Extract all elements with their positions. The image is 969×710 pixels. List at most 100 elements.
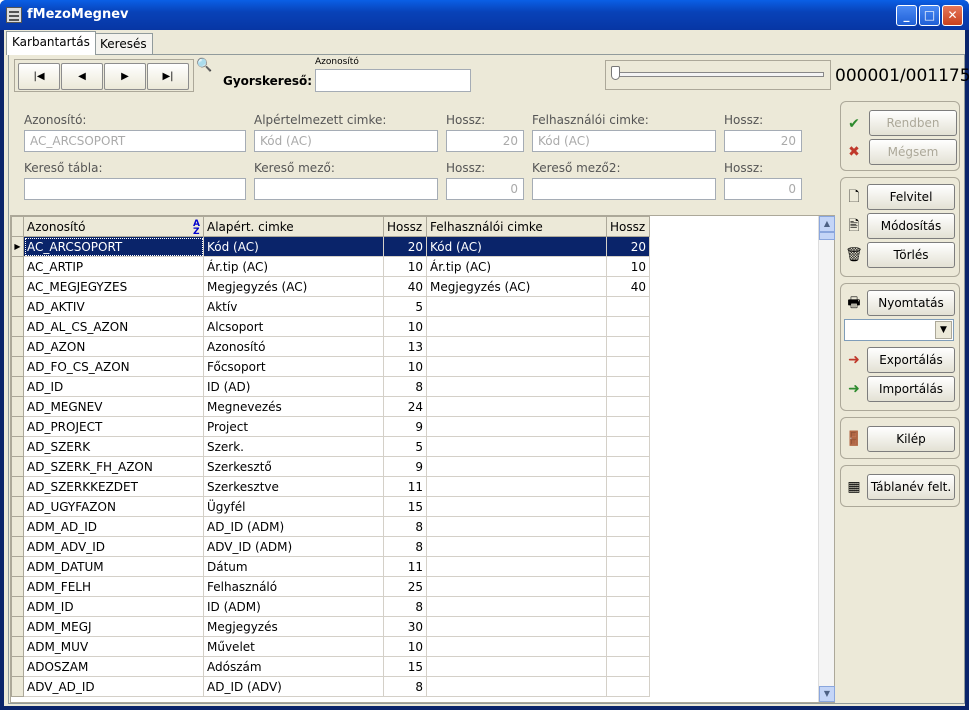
close-button[interactable]: ✕ — [942, 5, 963, 26]
cell-felhasznaloi-cimke[interactable] — [426, 396, 607, 417]
col-header-hossz2[interactable]: Hossz — [606, 216, 650, 237]
cell-azonosito[interactable]: ADM_FELH — [23, 576, 204, 597]
cell-hossz2[interactable]: 10 — [606, 256, 650, 277]
cell-azonosito[interactable]: ADM_ADV_ID — [23, 536, 204, 557]
azonosito-field[interactable]: AC_ARCSOPORT — [24, 130, 246, 152]
cell-felhasznaloi-cimke[interactable] — [426, 656, 607, 677]
cell-alapert-cimke[interactable]: Megjegyzés (AC) — [203, 276, 384, 297]
table-row[interactable]: ADV_AD_ID AD_ID (ADV) 8 — [11, 676, 650, 697]
tab-karbantartas[interactable]: Karbantartás — [6, 31, 96, 55]
table-row[interactable]: ADM_MEGJ Megjegyzés 30 — [11, 616, 650, 637]
cell-hossz[interactable]: 5 — [383, 436, 427, 457]
torles-button[interactable]: Törlés — [867, 242, 955, 268]
cell-hossz[interactable]: 9 — [383, 456, 427, 477]
row-indicator[interactable] — [11, 276, 24, 297]
cell-alapert-cimke[interactable]: Aktív — [203, 296, 384, 317]
row-indicator[interactable] — [11, 496, 24, 517]
cell-felhasznaloi-cimke[interactable] — [426, 636, 607, 657]
cell-hossz2[interactable] — [606, 516, 650, 537]
cell-hossz2[interactable] — [606, 396, 650, 417]
dropdown-arrow-icon[interactable]: ▼ — [935, 321, 952, 339]
scroll-down-arrow-icon[interactable]: ▼ — [819, 686, 835, 702]
row-indicator[interactable] — [11, 536, 24, 557]
row-indicator[interactable] — [11, 416, 24, 437]
progress-thumb[interactable] — [611, 66, 620, 80]
cell-hossz2[interactable] — [606, 436, 650, 457]
last-record-button[interactable]: ▶| — [147, 63, 189, 90]
nyomtatas-button[interactable]: Nyomtatás — [867, 290, 955, 316]
cell-alapert-cimke[interactable]: ID (AD) — [203, 376, 384, 397]
row-indicator[interactable] — [11, 616, 24, 637]
row-indicator[interactable] — [11, 456, 24, 477]
row-indicator[interactable] — [11, 336, 24, 357]
cell-alapert-cimke[interactable]: Azonosító — [203, 336, 384, 357]
table-row[interactable]: ADM_MUV Művelet 10 — [11, 636, 650, 657]
table-row[interactable]: ADM_ADV_ID ADV_ID (ADM) 8 — [11, 536, 650, 557]
table-row[interactable]: AD_AL_CS_AZON Alcsoport 10 — [11, 316, 650, 337]
cell-felhasznaloi-cimke[interactable]: Megjegyzés (AC) — [426, 276, 607, 297]
cell-felhasznaloi-cimke[interactable] — [426, 516, 607, 537]
cell-hossz2[interactable]: 40 — [606, 276, 650, 297]
cell-hossz[interactable]: 15 — [383, 656, 427, 677]
cell-azonosito[interactable]: ADM_DATUM — [23, 556, 204, 577]
cell-azonosito[interactable]: AD_ID — [23, 376, 204, 397]
scroll-thumb[interactable] — [819, 232, 835, 240]
cell-hossz2[interactable] — [606, 376, 650, 397]
row-indicator[interactable] — [11, 356, 24, 377]
cell-azonosito[interactable]: AD_AZON — [23, 336, 204, 357]
cell-azonosito[interactable]: ADM_MUV — [23, 636, 204, 657]
cell-felhasznaloi-cimke[interactable] — [426, 416, 607, 437]
row-indicator[interactable] — [11, 596, 24, 617]
cell-felhasznaloi-cimke[interactable] — [426, 456, 607, 477]
row-indicator[interactable] — [11, 256, 24, 277]
cell-alapert-cimke[interactable]: ID (ADM) — [203, 596, 384, 617]
table-row[interactable]: ▶ AC_ARCSOPORT Kód (AC) 20 Kód (AC) 20 — [11, 236, 650, 257]
cell-hossz[interactable]: 9 — [383, 416, 427, 437]
cell-alapert-cimke[interactable]: Megnevezés — [203, 396, 384, 417]
cell-felhasznaloi-cimke[interactable] — [426, 676, 607, 697]
row-pointer-icon[interactable]: ▶ — [11, 236, 24, 257]
kereso-mezo-field[interactable] — [254, 178, 438, 200]
cell-hossz[interactable]: 20 — [383, 236, 427, 257]
cell-hossz2[interactable] — [606, 676, 650, 697]
cell-hossz2[interactable] — [606, 616, 650, 637]
col-header-azonosito[interactable]: Azonosító A Z — [23, 216, 204, 237]
cell-hossz[interactable]: 10 — [383, 636, 427, 657]
row-indicator[interactable] — [11, 396, 24, 417]
row-indicator[interactable] — [11, 476, 24, 497]
cell-azonosito[interactable]: ADOSZAM — [23, 656, 204, 677]
table-row[interactable]: AD_MEGNEV Megnevezés 24 — [11, 396, 650, 417]
col-header-felhasznaloi-cimke[interactable]: Felhasználói cimke — [426, 216, 607, 237]
cell-hossz[interactable]: 24 — [383, 396, 427, 417]
cell-hossz2[interactable] — [606, 656, 650, 677]
cell-hossz2[interactable] — [606, 476, 650, 497]
cell-hossz[interactable]: 10 — [383, 316, 427, 337]
cell-felhasznaloi-cimke[interactable] — [426, 596, 607, 617]
cell-hossz[interactable]: 13 — [383, 336, 427, 357]
cell-hossz[interactable]: 11 — [383, 476, 427, 497]
cell-hossz[interactable]: 8 — [383, 596, 427, 617]
cell-alapert-cimke[interactable]: Művelet — [203, 636, 384, 657]
alapertelmezett-field[interactable]: Kód (AC) — [254, 130, 438, 152]
row-indicator[interactable] — [11, 556, 24, 577]
print-select[interactable]: ▼ — [844, 319, 954, 341]
rendben-button[interactable]: Rendben — [869, 110, 957, 136]
cell-hossz[interactable]: 5 — [383, 296, 427, 317]
cell-azonosito[interactable]: ADM_ID — [23, 596, 204, 617]
cell-hossz2[interactable] — [606, 636, 650, 657]
cell-azonosito[interactable]: AC_ARTIP — [23, 256, 204, 277]
cell-hossz2[interactable] — [606, 536, 650, 557]
table-row[interactable]: ADOSZAM Adószám 15 — [11, 656, 650, 677]
cell-alapert-cimke[interactable]: Ügyfél — [203, 496, 384, 517]
cell-azonosito[interactable]: ADM_MEGJ — [23, 616, 204, 637]
cell-felhasznaloi-cimke[interactable] — [426, 496, 607, 517]
tablanev-button[interactable]: Táblanév felt. — [867, 474, 955, 500]
cell-felhasznaloi-cimke[interactable] — [426, 356, 607, 377]
cell-hossz[interactable]: 10 — [383, 256, 427, 277]
cell-azonosito[interactable]: AD_SZERK_FH_AZON — [23, 456, 204, 477]
cell-alapert-cimke[interactable]: Szerkesztő — [203, 456, 384, 477]
table-row[interactable]: AD_SZERK Szerk. 5 — [11, 436, 650, 457]
table-row[interactable]: ADM_AD_ID AD_ID (ADM) 8 — [11, 516, 650, 537]
cell-alapert-cimke[interactable]: Adószám — [203, 656, 384, 677]
cell-azonosito[interactable]: AD_FO_CS_AZON — [23, 356, 204, 377]
